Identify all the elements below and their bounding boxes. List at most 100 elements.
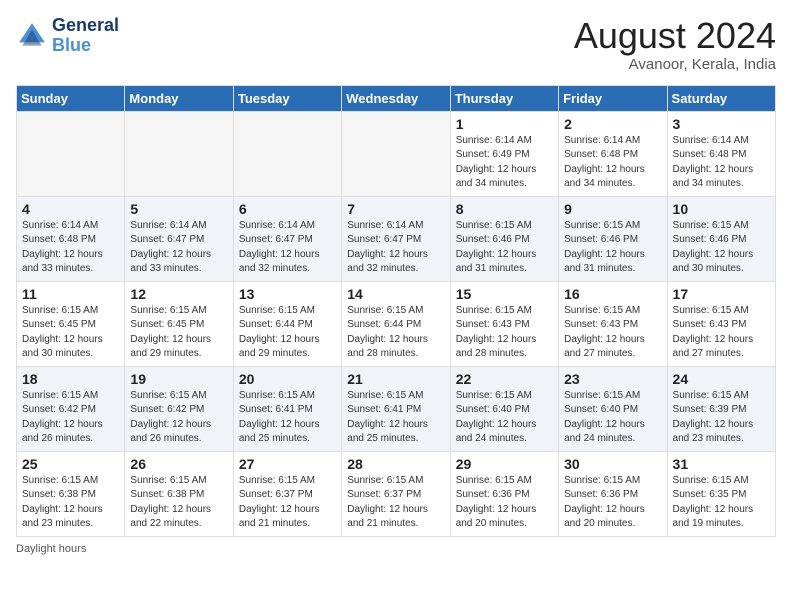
calendar-table: Sunday Monday Tuesday Wednesday Thursday… [16,85,776,537]
calendar-cell: 21Sunrise: 6:15 AM Sunset: 6:41 PM Dayli… [342,366,450,451]
calendar-cell: 31 Sunrise: 6:15 AM Sunset: 6:35 PM Dayli… [667,451,775,536]
day-info: Sunrise: 6:15 AM Sunset: 6:36 PM Dayligh… [456,474,553,532]
logo: General Blue [16,16,119,56]
day-number: 13 [239,286,336,302]
col-monday: Monday [125,85,233,111]
day-info: Sunrise: 6:15 AM Sunset: 6:39 PM Dayligh… [673,389,770,447]
calendar-cell: 11 Sunrise: 6:15 AM Sunset: 6:45 PM Dayli… [17,281,125,366]
calendar-cell: 27 Sunrise: 6:15 AM Sunset: 6:37 PM Dayli… [233,451,341,536]
day-number: 31 [673,456,770,472]
calendar-cell [233,111,341,196]
day-info: Sunrise: 6:15 AM Sunset: 6:38 PM Dayligh… [22,474,119,532]
calendar-cell: 19 Sunrise: 6:15 AM Sunset: 6:42 PM Dayli… [125,366,233,451]
day-number: 27 [239,456,336,472]
calendar-week-0: 1 Sunrise: 6:14 AM Sunset: 6:49 PM Daylig… [17,111,776,196]
day-info: Sunrise: 6:15 AM Sunset: 6:41 PM Dayligh… [239,389,336,447]
calendar-cell: 5 Sunrise: 6:14 AM Sunset: 6:47 PM Daylig… [125,196,233,281]
day-info: Sunrise: 6:15 AM Sunset: 6:36 PM Dayligh… [564,474,661,532]
calendar-week-2: 11 Sunrise: 6:15 AM Sunset: 6:45 PM Dayli… [17,281,776,366]
day-number: 7 [347,201,444,217]
day-number: 9 [564,201,661,217]
col-wednesday: Wednesday [342,85,450,111]
day-number: 12 [130,286,227,302]
day-number: 15 [456,286,553,302]
day-number: 10 [673,201,770,217]
day-info: Sunrise: 6:14 AM Sunset: 6:47 PM Dayligh… [347,219,444,277]
calendar-cell: 14 Sunrise: 6:15 AM Sunset: 6:44 PM Dayli… [342,281,450,366]
calendar-cell: 17Sunrise: 6:15 AM Sunset: 6:43 PM Dayli… [667,281,775,366]
day-info: Sunrise: 6:14 AM Sunset: 6:47 PM Dayligh… [239,219,336,277]
day-info: Sunrise: 6:15 AM Sunset: 6:44 PM Dayligh… [239,304,336,362]
calendar-week-4: 25 Sunrise: 6:15 AM Sunset: 6:38 PM Dayli… [17,451,776,536]
calendar-cell: 2 Sunrise: 6:14 AM Sunset: 6:48 PM Daylig… [559,111,667,196]
day-info: Sunrise: 6:14 AM Sunset: 6:48 PM Dayligh… [673,134,770,192]
calendar-cell: 12Sunrise: 6:15 AM Sunset: 6:45 PM Dayli… [125,281,233,366]
day-info: Sunrise: 6:15 AM Sunset: 6:46 PM Dayligh… [564,219,661,277]
day-number: 20 [239,371,336,387]
calendar-cell: 30 Sunrise: 6:15 AM Sunset: 6:36 PM Dayli… [559,451,667,536]
day-info: Sunrise: 6:14 AM Sunset: 6:47 PM Dayligh… [130,219,227,277]
day-number: 22 [456,371,553,387]
day-info: Sunrise: 6:14 AM Sunset: 6:49 PM Dayligh… [456,134,553,192]
footer: Daylight hours [16,543,776,555]
day-number: 30 [564,456,661,472]
calendar-cell: 10Sunrise: 6:15 AM Sunset: 6:46 PM Dayli… [667,196,775,281]
day-number: 19 [130,371,227,387]
day-info: Sunrise: 6:15 AM Sunset: 6:37 PM Dayligh… [239,474,336,532]
day-info: Sunrise: 6:15 AM Sunset: 6:40 PM Dayligh… [564,389,661,447]
calendar-cell: 23Sunrise: 6:15 AM Sunset: 6:40 PM Dayli… [559,366,667,451]
calendar-cell: 25 Sunrise: 6:15 AM Sunset: 6:38 PM Dayli… [17,451,125,536]
day-number: 16 [564,286,661,302]
calendar-week-3: 18Sunrise: 6:15 AM Sunset: 6:42 PM Dayli… [17,366,776,451]
day-info: Sunrise: 6:15 AM Sunset: 6:43 PM Dayligh… [673,304,770,362]
col-tuesday: Tuesday [233,85,341,111]
calendar-cell: 22Sunrise: 6:15 AM Sunset: 6:40 PM Dayli… [450,366,558,451]
day-info: Sunrise: 6:14 AM Sunset: 6:48 PM Dayligh… [564,134,661,192]
day-number: 11 [22,286,119,302]
month-title: August 2024 [574,16,776,56]
day-info: Sunrise: 6:15 AM Sunset: 6:41 PM Dayligh… [347,389,444,447]
col-sunday: Sunday [17,85,125,111]
day-number: 29 [456,456,553,472]
day-info: Sunrise: 6:15 AM Sunset: 6:45 PM Dayligh… [22,304,119,362]
day-info: Sunrise: 6:14 AM Sunset: 6:48 PM Dayligh… [22,219,119,277]
calendar-cell: 6Sunrise: 6:14 AM Sunset: 6:47 PM Daylig… [233,196,341,281]
logo-text: General Blue [52,16,119,56]
calendar-cell: 7 Sunrise: 6:14 AM Sunset: 6:47 PM Daylig… [342,196,450,281]
day-info: Sunrise: 6:15 AM Sunset: 6:37 PM Dayligh… [347,474,444,532]
daylight-label: Daylight hours [16,543,86,555]
calendar-week-1: 4Sunrise: 6:14 AM Sunset: 6:48 PM Daylig… [17,196,776,281]
col-friday: Friday [559,85,667,111]
day-number: 25 [22,456,119,472]
calendar-cell: 3 Sunrise: 6:14 AM Sunset: 6:48 PM Daylig… [667,111,775,196]
col-saturday: Saturday [667,85,775,111]
calendar-cell: 28 Sunrise: 6:15 AM Sunset: 6:37 PM Dayli… [342,451,450,536]
calendar-cell: 4Sunrise: 6:14 AM Sunset: 6:48 PM Daylig… [17,196,125,281]
day-number: 3 [673,116,770,132]
day-number: 26 [130,456,227,472]
day-number: 14 [347,286,444,302]
day-number: 1 [456,116,553,132]
day-number: 2 [564,116,661,132]
calendar-cell: 1 Sunrise: 6:14 AM Sunset: 6:49 PM Daylig… [450,111,558,196]
calendar-cell: 8Sunrise: 6:15 AM Sunset: 6:46 PM Daylig… [450,196,558,281]
calendar-cell: 26Sunrise: 6:15 AM Sunset: 6:38 PM Dayli… [125,451,233,536]
title-block: August 2024 Avanoor, Kerala, India [574,16,776,73]
day-number: 8 [456,201,553,217]
day-info: Sunrise: 6:15 AM Sunset: 6:42 PM Dayligh… [130,389,227,447]
calendar-cell: 18Sunrise: 6:15 AM Sunset: 6:42 PM Dayli… [17,366,125,451]
day-number: 28 [347,456,444,472]
day-info: Sunrise: 6:15 AM Sunset: 6:43 PM Dayligh… [456,304,553,362]
page-header: General Blue August 2024 Avanoor, Kerala… [16,16,776,73]
calendar-cell: 29 Sunrise: 6:15 AM Sunset: 6:36 PM Dayli… [450,451,558,536]
day-number: 5 [130,201,227,217]
day-info: Sunrise: 6:15 AM Sunset: 6:35 PM Dayligh… [673,474,770,532]
calendar-cell: 9 Sunrise: 6:15 AM Sunset: 6:46 PM Daylig… [559,196,667,281]
calendar-cell [17,111,125,196]
calendar-cell: 20 Sunrise: 6:15 AM Sunset: 6:41 PM Dayli… [233,366,341,451]
calendar-cell: 16Sunrise: 6:15 AM Sunset: 6:43 PM Dayli… [559,281,667,366]
day-number: 24 [673,371,770,387]
logo-icon [16,20,48,52]
calendar-header-row: Sunday Monday Tuesday Wednesday Thursday… [17,85,776,111]
day-info: Sunrise: 6:15 AM Sunset: 6:44 PM Dayligh… [347,304,444,362]
